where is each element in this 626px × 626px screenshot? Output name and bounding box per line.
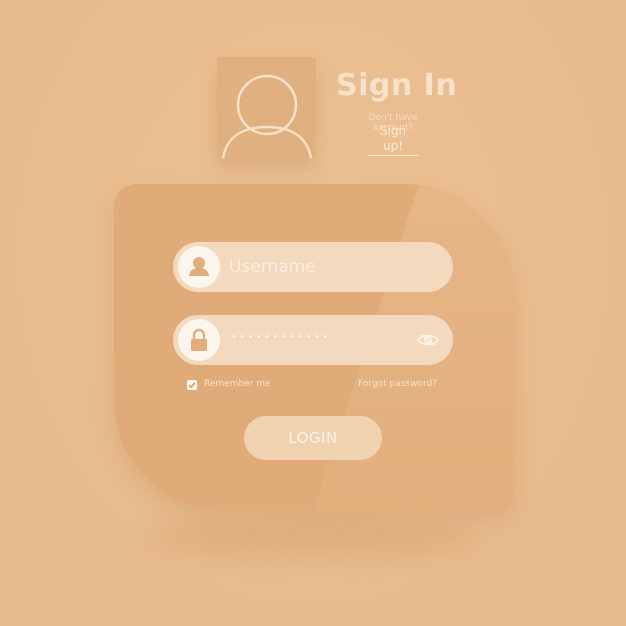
lock-icon bbox=[191, 328, 207, 351]
remember-me-checkbox[interactable] bbox=[187, 380, 197, 390]
user-icon bbox=[189, 257, 209, 276]
login-button[interactable]: LOGIN bbox=[244, 416, 382, 460]
signup-link[interactable]: Sign up! bbox=[368, 124, 418, 156]
panel-shadow bbox=[150, 520, 480, 556]
avatar bbox=[217, 57, 316, 158]
page-title: Sign In bbox=[336, 68, 458, 103]
remember-me-label: Remember me bbox=[204, 379, 271, 389]
password-field[interactable]: •••••••••••• bbox=[173, 315, 453, 365]
forgot-password-link[interactable]: Forgot password? bbox=[358, 379, 437, 389]
password-input[interactable]: •••••••••••• bbox=[231, 332, 331, 343]
avatar-icon bbox=[221, 74, 313, 158]
eye-icon[interactable] bbox=[416, 330, 440, 350]
check-icon bbox=[188, 382, 196, 389]
username-input[interactable] bbox=[229, 252, 419, 282]
username-field[interactable] bbox=[173, 242, 453, 292]
password-icon-circle bbox=[178, 319, 220, 361]
username-icon-circle bbox=[178, 246, 220, 288]
